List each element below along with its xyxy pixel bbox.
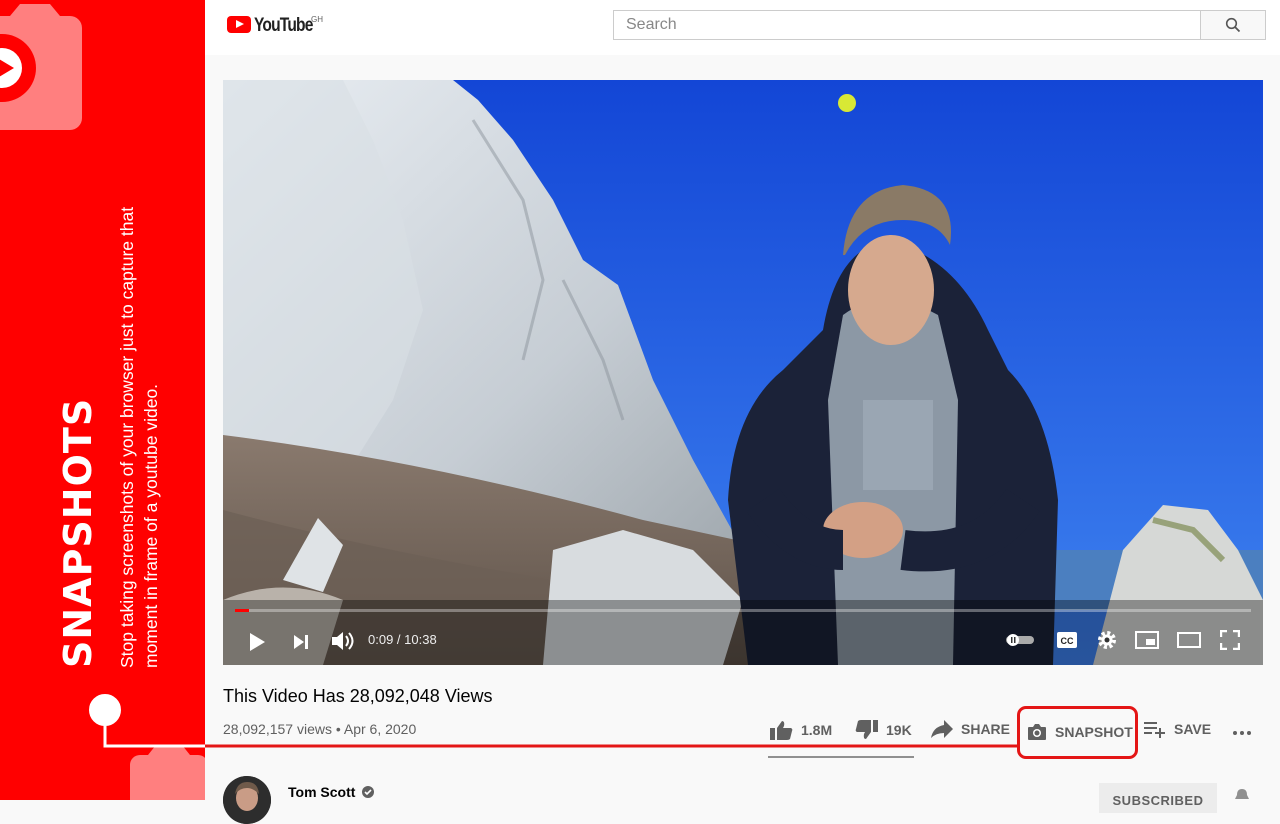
save-label: SAVE — [1174, 721, 1212, 737]
search-box — [613, 10, 1200, 40]
dislike-count: 19K — [886, 722, 912, 738]
share-button[interactable]: SHARE — [931, 720, 1010, 738]
thumbs-up-icon — [770, 721, 793, 740]
add-to-playlist-icon — [1144, 722, 1165, 738]
like-button[interactable]: 1.8M — [770, 720, 832, 740]
more-actions-icon[interactable] — [1232, 730, 1252, 736]
miniplayer-icon[interactable] — [1135, 631, 1159, 649]
progress-fill — [235, 609, 250, 612]
autoplay-toggle-icon[interactable] — [1006, 633, 1034, 647]
banner-description: Stop taking screenshots of your browser … — [117, 206, 161, 668]
logo-text: YouTube — [254, 15, 313, 36]
settings-gear-icon[interactable] — [1097, 630, 1117, 650]
verified-check-icon — [362, 786, 375, 798]
dislike-button[interactable]: 19K — [855, 720, 912, 740]
youtube-play-icon — [227, 16, 251, 33]
channel-avatar[interactable] — [223, 776, 271, 824]
sentiment-bar — [768, 756, 914, 758]
svg-text:CC: CC — [1061, 636, 1074, 646]
theater-mode-icon[interactable] — [1177, 632, 1201, 648]
search-icon — [1225, 17, 1241, 33]
share-label: SHARE — [961, 721, 1011, 737]
video-meta: 28,092,157 views • Apr 6, 2020 — [223, 721, 417, 737]
video-player[interactable]: 0:09 / 10:38 CC — [223, 80, 1263, 665]
avatar-image — [223, 776, 271, 824]
save-button[interactable]: SAVE — [1144, 720, 1211, 738]
subscribe-button[interactable]: SUBSCRIBED — [1099, 783, 1217, 813]
like-count: 1.8M — [801, 722, 833, 738]
promo-banner: SNAPSHOTS Stop taking screenshots of you… — [0, 0, 205, 800]
play-icon[interactable] — [248, 632, 266, 652]
snapshot-camera-logo-icon — [130, 745, 205, 800]
share-arrow-icon — [931, 720, 953, 738]
progress-bar[interactable] — [235, 609, 1251, 612]
video-frame — [223, 80, 1263, 665]
thumbs-down-icon — [855, 720, 878, 739]
country-code: GH — [311, 15, 323, 24]
closed-captions-icon[interactable]: CC — [1056, 631, 1078, 649]
channel-name[interactable]: Tom Scott — [288, 784, 375, 800]
volume-icon[interactable] — [330, 630, 356, 652]
next-icon[interactable] — [292, 633, 310, 651]
notification-bell-icon[interactable] — [1234, 788, 1250, 800]
youtube-logo[interactable]: YouTube GH — [227, 15, 325, 36]
snapshot-camera-logo-icon — [0, 4, 82, 130]
time-display: 0:09 / 10:38 — [368, 632, 437, 647]
snapshot-highlight-box — [1017, 706, 1138, 759]
search-button[interactable] — [1200, 10, 1266, 40]
top-bar: YouTube GH — [205, 0, 1280, 55]
search-input[interactable] — [614, 11, 1200, 39]
player-controls: 0:09 / 10:38 CC — [223, 609, 1263, 665]
channel-name-text: Tom Scott — [288, 784, 356, 800]
video-title: This Video Has 28,092,048 Views — [223, 686, 493, 706]
banner-title: SNAPSHOTS — [56, 397, 100, 668]
fullscreen-icon[interactable] — [1220, 630, 1240, 650]
